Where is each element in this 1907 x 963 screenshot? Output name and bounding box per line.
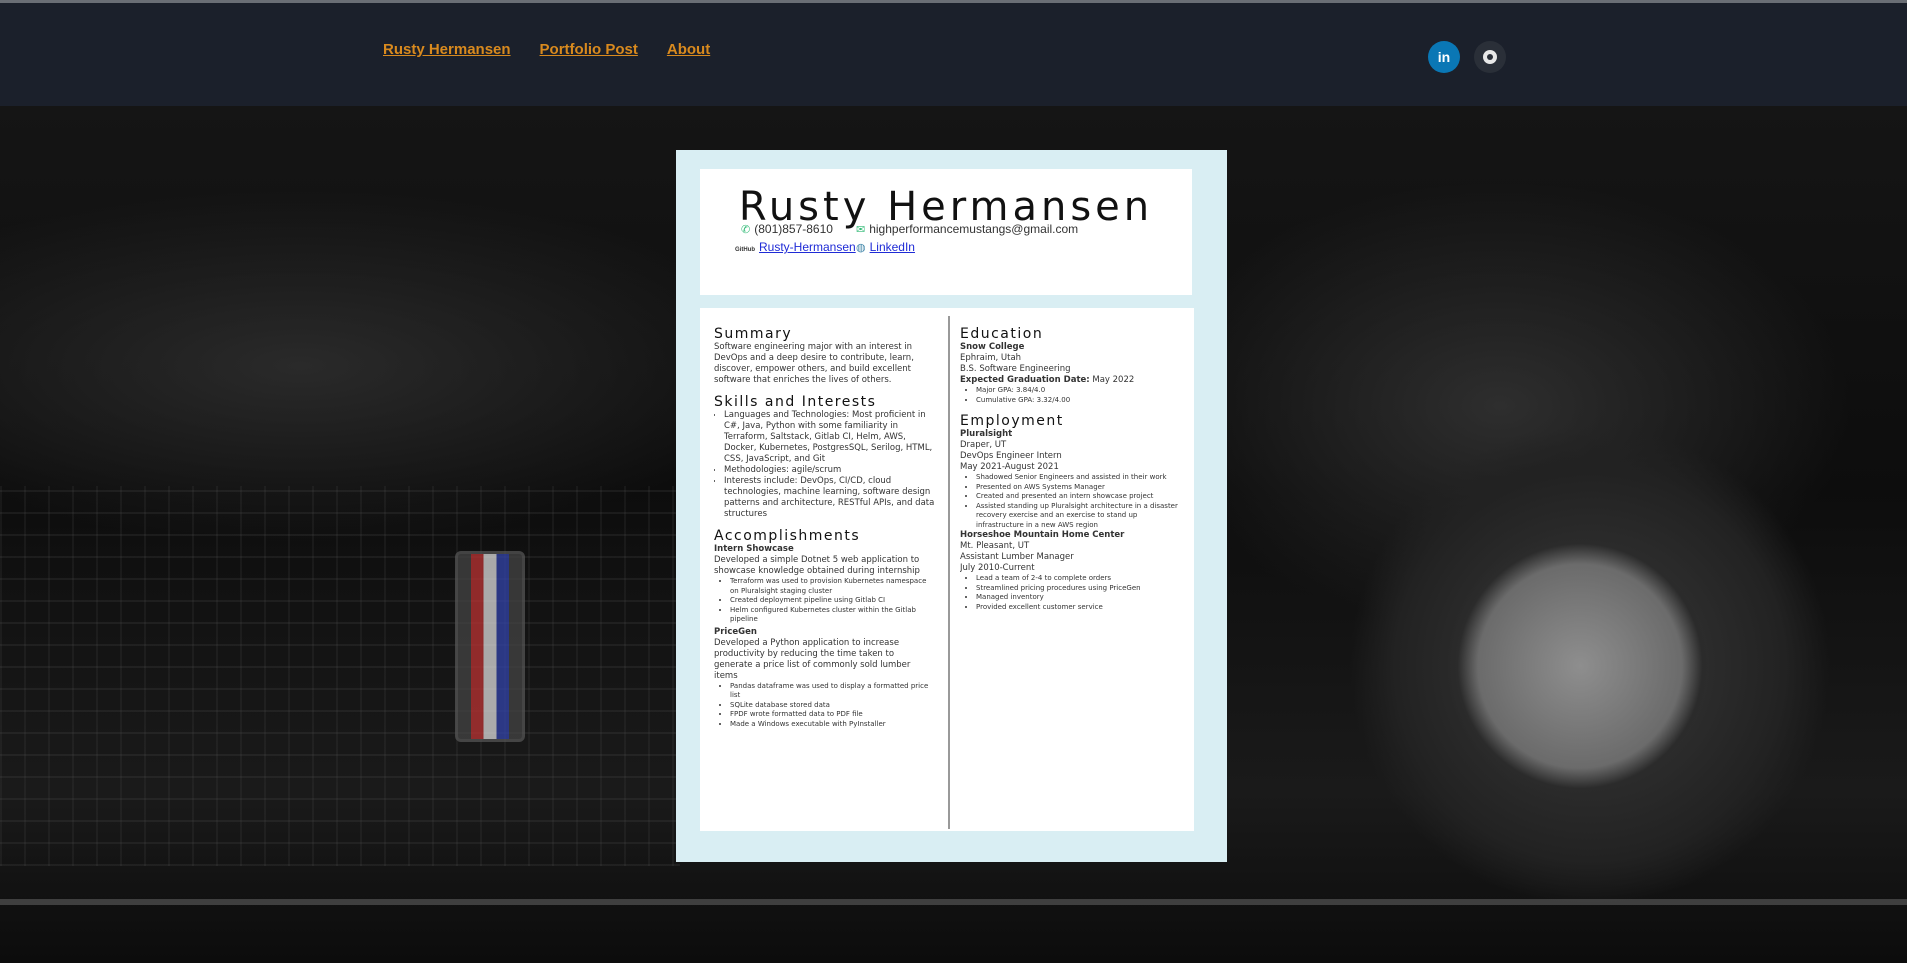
list-item: Streamlined pricing procedures using Pri… [976, 584, 1184, 594]
school-location: Ephraim, Utah [960, 353, 1022, 363]
list-item: FPDF wrote formatted data to PDF file [730, 710, 935, 720]
job-location: Mt. Pleasant, UT [960, 541, 1030, 551]
job-dates: July 2010-Current [960, 563, 1035, 573]
linkedin-link[interactable]: LinkedIn [870, 240, 915, 254]
skills-list: Languages and Technologies: Most profici… [714, 410, 935, 520]
github-contact: GitHub Rusty-Hermansen [735, 240, 856, 254]
list-item: Pandas dataframe was used to display a f… [730, 682, 935, 701]
job-location: Draper, UT [960, 440, 1007, 450]
list-item: Shadowed Senior Engineers and assisted i… [976, 473, 1184, 483]
project-title: Intern Showcase [714, 544, 794, 554]
email-contact: ✉ highperformancemustangs@gmail.com [856, 222, 1079, 236]
list-item: Made a Windows executable with PyInstall… [730, 720, 935, 730]
list-item: Created and presented an intern showcase… [976, 492, 1184, 502]
project-description: Developed a Python application to increa… [714, 637, 911, 681]
list-item: Lead a team of 2-4 to complete orders [976, 574, 1184, 584]
column-divider [948, 316, 950, 829]
summary-text: Software engineering major with an inter… [714, 342, 914, 385]
resume-right-column: Education Snow College Ephraim, Utah B.S… [960, 326, 1184, 831]
resume-left-column: Summary Software engineering major with … [714, 326, 935, 831]
job-company: Pluralsight [960, 429, 1013, 439]
job-company: Horseshoe Mountain Home Center [960, 530, 1125, 540]
job-title: Assistant Lumber Manager [960, 552, 1074, 562]
resume-header: Rusty Hermansen ✆ (801)857-8610 ✉ highperf… [700, 169, 1192, 295]
nav-link-home[interactable]: Rusty Hermansen [383, 41, 511, 58]
github-tag: GitHub [735, 247, 755, 253]
mail-icon: ✉ [856, 224, 866, 236]
job-title: DevOps Engineer Intern [960, 451, 1062, 461]
list-item: Provided excellent customer service [976, 603, 1184, 613]
list-item: Languages and Technologies: Most profici… [724, 410, 935, 465]
skills-heading: Skills and Interests [714, 394, 877, 410]
list-item: Terraform was used to provision Kubernet… [730, 577, 935, 596]
nav-link-about[interactable]: About [667, 41, 710, 58]
graduation-date: Expected Graduation Date: May 2022 [960, 375, 1135, 385]
job-bullets: Shadowed Senior Engineers and assisted i… [960, 473, 1184, 530]
project-title: PriceGen [714, 626, 757, 637]
bumper-highlight [0, 899, 1907, 905]
degree: B.S. Software Engineering [960, 364, 1071, 374]
site-header: Rusty Hermansen Portfolio Post About in [0, 3, 1907, 106]
education-heading: Education [960, 326, 1044, 342]
project-description: Developed a simple Dotnet 5 web applicat… [714, 555, 920, 576]
phone-icon: ✆ [741, 224, 751, 236]
job-bullets: Lead a team of 2-4 to complete orders St… [960, 574, 1184, 612]
github-link[interactable]: Rusty-Hermansen [759, 240, 856, 254]
list-item: Presented on AWS Systems Manager [976, 483, 1184, 493]
mustang-emblem [455, 551, 525, 742]
project-bullets: Pandas dataframe was used to display a f… [714, 682, 935, 730]
linkedin-icon[interactable]: in [1428, 41, 1460, 73]
list-item: Helm configured Kubernetes cluster withi… [730, 606, 935, 625]
job-dates: May 2021-August 2021 [960, 462, 1059, 472]
nav-link-portfolio-post[interactable]: Portfolio Post [540, 41, 638, 58]
list-item: SQLite database stored data [730, 701, 935, 711]
list-item: Assisted standing up Pluralsight archite… [976, 502, 1184, 531]
globe-icon: ◍ [856, 242, 866, 254]
resume-image: Rusty Hermansen ✆ (801)857-8610 ✉ highperf… [676, 150, 1227, 862]
gpa-list: Major GPA: 3.84/4.0 Cumulative GPA: 3.32… [960, 386, 1184, 405]
summary-heading: Summary [714, 326, 793, 342]
list-item: Managed inventory [976, 593, 1184, 603]
resume-body: Summary Software engineering major with … [700, 308, 1194, 831]
list-item: Created deployment pipeline using Gitlab… [730, 596, 935, 606]
main-nav: Rusty Hermansen Portfolio Post About [383, 41, 710, 58]
project-bullets: Terraform was used to provision Kubernet… [714, 577, 935, 625]
list-item: Cumulative GPA: 3.32/4.00 [976, 396, 1184, 406]
accomplishments-heading: Accomplishments [714, 528, 861, 544]
list-item: Interests include: DevOps, CI/CD, cloud … [724, 476, 935, 520]
school-name: Snow College [960, 342, 1025, 352]
list-item: Methodologies: agile/scrum [724, 465, 935, 476]
phone-contact: ✆ (801)857-8610 [741, 222, 833, 236]
linkedin-contact: ◍ LinkedIn [856, 240, 915, 254]
social-links: in [1428, 41, 1506, 73]
github-icon[interactable] [1474, 41, 1506, 73]
car-grille [0, 486, 680, 866]
list-item: Major GPA: 3.84/4.0 [976, 386, 1184, 396]
employment-heading: Employment [960, 413, 1064, 429]
